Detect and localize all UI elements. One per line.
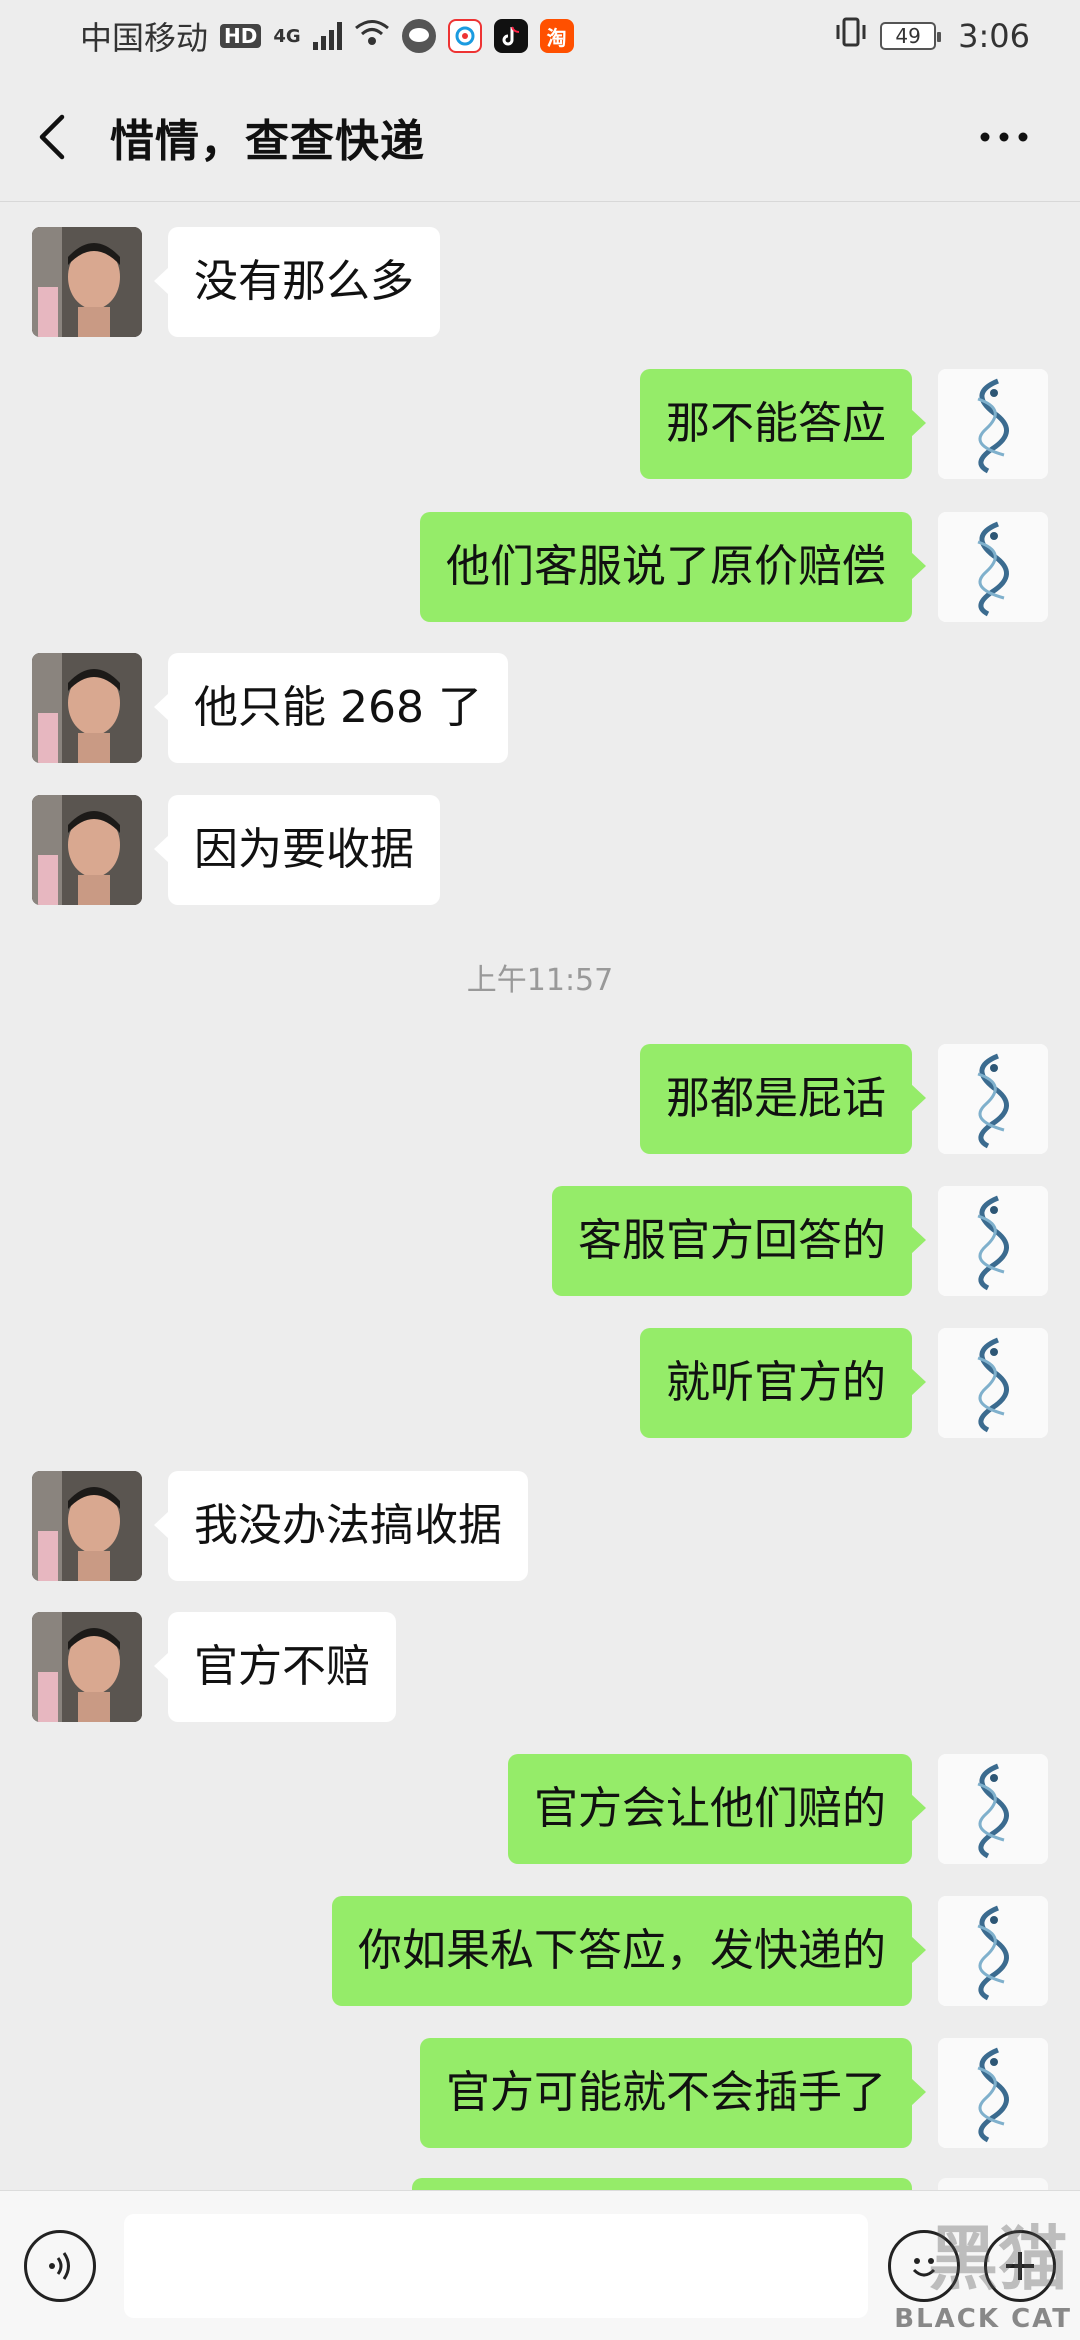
message-bubble[interactable]: 官方不赔 <box>154 1612 396 1722</box>
chat-title: 惜情，查查快递 <box>110 115 425 167</box>
status-right: 49 3:06 <box>834 17 1030 55</box>
carrier-label: 中国移动 <box>80 19 209 57</box>
message-bubble[interactable]: 客服官方回答的 <box>552 1186 926 1296</box>
message-bubble[interactable]: 你如果私下答应，发快递的 <box>332 1896 926 2006</box>
signal-icon <box>312 22 342 50</box>
chevron-left-icon <box>39 114 65 159</box>
timestamp: 上午11:57 <box>466 963 614 998</box>
friend-avatar[interactable] <box>32 653 142 763</box>
message-sent: 就听官方的 <box>0 1328 1080 1440</box>
hd-badge: HD <box>220 24 262 48</box>
status-bar: 中国移动 HD 4G 淘 49 3:06 <box>0 0 1080 72</box>
message-bubble[interactable]: 他们客服说了原价赔偿 <box>420 512 926 622</box>
my-avatar[interactable] <box>938 1754 1048 1864</box>
message-received: 我没办法搞收据 <box>0 1471 1080 1583</box>
message-sent: 他们客服说了原价赔偿 <box>0 512 1080 624</box>
status-left: 中国移动 HD 4G 淘 <box>80 13 574 59</box>
my-avatar[interactable] <box>938 1044 1048 1154</box>
my-avatar[interactable] <box>938 2178 1048 2190</box>
message-input[interactable] <box>124 2213 868 2318</box>
message-received: 因为要收据 <box>0 795 1080 907</box>
plus-button[interactable] <box>984 2229 1056 2302</box>
weibo-icon <box>447 19 482 53</box>
input-bar <box>0 2190 1080 2340</box>
message-list: 没有那么多 那不能答应 他们客服说了原价赔偿 他只能 268 了 因为要收据 上… <box>0 203 1080 2190</box>
back-button[interactable] <box>36 97 96 177</box>
my-avatar[interactable] <box>938 369 1048 479</box>
network-type: 4G <box>273 25 301 47</box>
message-bubble[interactable]: 我没办法搞收据 <box>154 1471 528 1581</box>
message-bubble[interactable] <box>412 2178 912 2190</box>
friend-avatar[interactable] <box>32 227 142 337</box>
ellipsis-icon <box>980 132 1028 141</box>
message-received: 官方不赔 <box>0 1612 1080 1724</box>
emoji-button[interactable] <box>888 2229 960 2302</box>
message-icon <box>401 19 436 53</box>
message-bubble[interactable]: 官方会让他们赔的 <box>508 1754 926 1864</box>
message-received: 他只能 268 了 <box>0 653 1080 765</box>
friend-avatar[interactable] <box>32 1612 142 1722</box>
my-avatar[interactable] <box>938 1328 1048 1438</box>
my-avatar[interactable] <box>938 1896 1048 2006</box>
message-received: 没有那么多 <box>0 227 1080 339</box>
emoji-icon <box>912 2257 936 2276</box>
message-bubble[interactable]: 那都是屁话 <box>640 1044 926 1154</box>
chat-header: 惜情，查查快递 <box>0 72 1080 202</box>
clock: 3:06 <box>958 17 1030 55</box>
my-avatar[interactable] <box>938 2038 1048 2148</box>
message-sent: 你如果私下答应，发快递的 <box>0 1896 1080 2008</box>
wifi-icon <box>354 17 390 55</box>
voice-icon <box>49 2251 70 2280</box>
friend-avatar[interactable] <box>32 795 142 905</box>
message-sent: 官方可能就不会插手了 <box>0 2038 1080 2150</box>
message-sent: 那不能答应 <box>0 369 1080 481</box>
my-avatar[interactable] <box>938 1186 1048 1296</box>
friend-avatar[interactable] <box>32 1471 142 1581</box>
message-sent: 客服官方回答的 <box>0 1186 1080 1298</box>
wechat-chat-screen: 中国移动 HD 4G 淘 49 3:06 惜情，查查快递 没有那么多 那不能答应… <box>0 0 1080 2340</box>
more-button[interactable] <box>964 97 1044 177</box>
vibrate-icon <box>834 17 868 55</box>
message-bubble[interactable]: 官方可能就不会插手了 <box>420 2038 926 2148</box>
message-bubble[interactable]: 他只能 268 了 <box>154 653 508 763</box>
tiktok-icon <box>493 19 528 53</box>
message-sent-partial <box>0 2178 1080 2190</box>
taobao-icon: 淘 <box>539 19 574 53</box>
plus-icon <box>1006 2251 1034 2280</box>
message-bubble[interactable]: 没有那么多 <box>154 227 440 337</box>
message-bubble[interactable]: 因为要收据 <box>154 795 440 905</box>
message-sent: 官方会让他们赔的 <box>0 1754 1080 1866</box>
battery-indicator: 49 <box>880 22 942 50</box>
message-bubble[interactable]: 就听官方的 <box>640 1328 926 1438</box>
voice-button[interactable] <box>24 2229 96 2302</box>
message-sent: 那都是屁话 <box>0 1044 1080 1156</box>
message-bubble[interactable]: 那不能答应 <box>640 369 926 479</box>
my-avatar[interactable] <box>938 512 1048 622</box>
